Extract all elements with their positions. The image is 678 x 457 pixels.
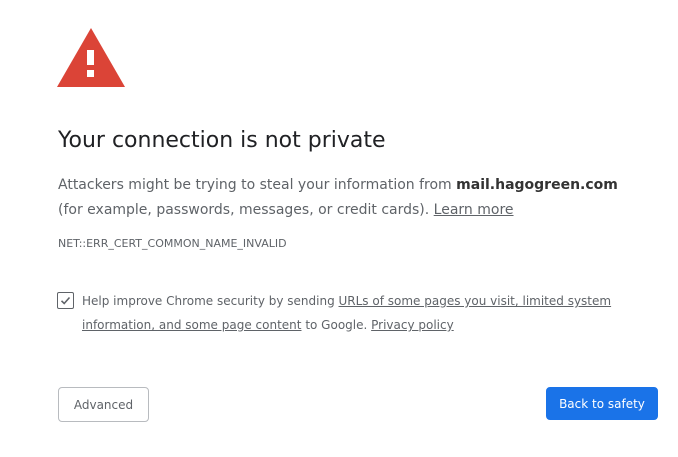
main-message: Attackers might be trying to steal your … [58, 173, 638, 223]
optin-text: Help improve Chrome security by sending … [82, 289, 612, 337]
improve-security-checkbox[interactable] [57, 292, 74, 309]
warning-triangle-icon [57, 28, 125, 87]
advanced-button[interactable]: Advanced [58, 387, 149, 422]
optin-text-middle: to Google. [301, 318, 372, 332]
message-text-start: Attackers might be trying to steal your … [58, 177, 457, 193]
page-title: Your connection is not private [58, 128, 386, 153]
learn-more-link[interactable]: Learn more [434, 202, 514, 218]
privacy-policy-link[interactable]: Privacy policy [371, 318, 454, 332]
checkmark-icon [60, 296, 71, 305]
back-to-safety-button[interactable]: Back to safety [546, 387, 658, 420]
domain-name: mail.hagogreen.com [456, 177, 618, 193]
error-code: NET::ERR_CERT_COMMON_NAME_INVALID [58, 237, 287, 250]
optin-text-start: Help improve Chrome security by sending [82, 294, 339, 308]
message-text-end: (for example, passwords, messages, or cr… [58, 202, 434, 218]
